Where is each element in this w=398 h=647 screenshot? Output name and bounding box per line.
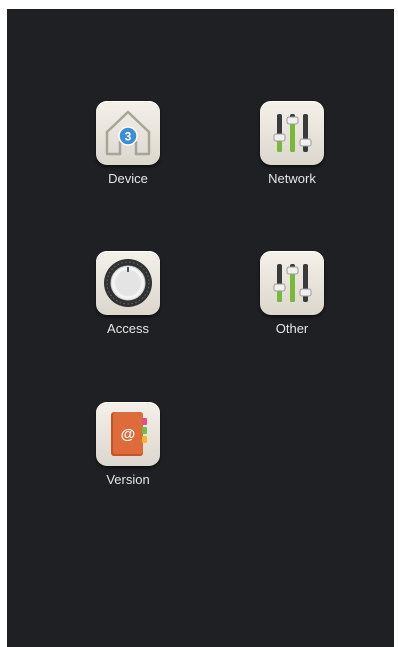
sliders-icon (273, 114, 312, 152)
access-button[interactable] (96, 251, 160, 315)
other-button[interactable] (260, 251, 324, 315)
at-sign-glyph: @ (121, 426, 136, 443)
network-label: Network (268, 171, 316, 186)
sliders-icon (273, 264, 312, 302)
other-label: Other (275, 321, 309, 336)
menu-screen: 3 Device Network Access Other @ Version (7, 9, 394, 647)
access-label: Access (107, 321, 149, 336)
device-count-badge: 3 (125, 130, 132, 144)
menu-item-device[interactable]: 3 Device (78, 101, 178, 197)
menu-item-version[interactable]: @ Version (78, 402, 178, 498)
knob-icon (104, 259, 152, 307)
house-icon: 3 (105, 110, 151, 156)
network-button[interactable] (260, 101, 324, 165)
device-button[interactable]: 3 (96, 101, 160, 165)
menu-item-network[interactable]: Network (242, 101, 342, 197)
menu-item-other[interactable]: Other (242, 251, 342, 347)
version-button[interactable]: @ (96, 402, 160, 466)
version-label: Version (106, 472, 150, 487)
menu-item-access[interactable]: Access (78, 251, 178, 347)
address-book-icon: @ (111, 412, 147, 456)
device-label: Device (108, 171, 148, 186)
